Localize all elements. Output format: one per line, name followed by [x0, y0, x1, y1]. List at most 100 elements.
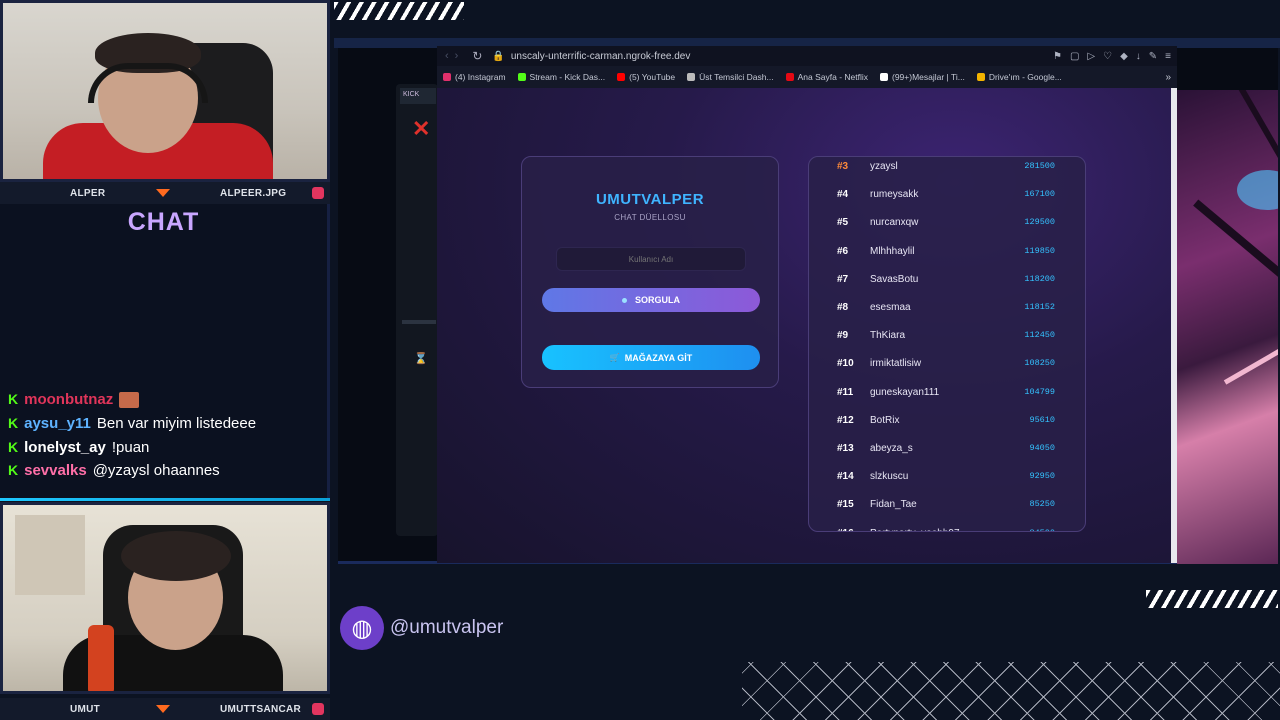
leaderboard-row: #4 rumeysakk 167100: [809, 181, 1085, 209]
cam-bottom-namebar: UMUT UMUTTSANCAR: [0, 698, 330, 720]
chat-panel: CHAT Kmoonbutnaz Kaysu_y11 Ben var miyim …: [0, 204, 330, 500]
username: BotRix: [870, 414, 900, 426]
shelf-decor: [15, 515, 85, 595]
kick-logo-icon: ✕: [412, 116, 431, 141]
rank: #12: [837, 414, 854, 426]
download-icon[interactable]: ↓: [1136, 51, 1141, 62]
rank: #8: [837, 302, 849, 313]
store-button[interactable]: 🛒 MAĞAZAYA GİT: [542, 345, 760, 370]
duel-card: UMUTVALPER CHAT DÜELLOSU SORGULA 🛒 MAĞAZ…: [521, 156, 779, 388]
leaderboard-row: #7 SavasBotu 118200: [809, 266, 1085, 294]
rank: #15: [837, 499, 854, 511]
rank: #10: [837, 358, 854, 370]
menu-icon[interactable]: ≡: [1165, 51, 1171, 62]
username: guneskayan111: [870, 386, 940, 398]
bookmark-label: Stream - Kick Das...: [529, 72, 606, 82]
username: yzaysl: [870, 161, 898, 172]
chat-username[interactable]: sevvalks: [24, 462, 87, 479]
cart-icon: 🛒: [609, 353, 620, 362]
leaderboard-card[interactable]: #3 yzaysl 281500 #4 rumeysakk 167100 #5 nurcanx…: [808, 156, 1086, 532]
brand-subtitle: CHAT DÜELLOSU: [614, 213, 686, 222]
kick-icon: [517, 73, 526, 81]
bookmark-netflix[interactable]: Ana Sayfa - Netflix: [785, 72, 868, 82]
chat-message: Kmoonbutnaz: [8, 391, 140, 409]
cam-bottom-name-left: UMUT: [70, 703, 101, 715]
url-text[interactable]: unscaly-unterrific-carman.ngrok-free.dev: [511, 51, 691, 62]
emote-icon: [119, 392, 140, 409]
handle-text: @umutvalper: [390, 617, 504, 638]
chat-message: Ksevvalks @yzaysl ohaannes: [8, 462, 220, 479]
stripe-decor: [1146, 590, 1278, 608]
rank: #7: [837, 273, 849, 285]
extension-icon[interactable]: ◆: [1120, 51, 1128, 62]
bookmark-youtube[interactable]: (5) YouTube: [617, 72, 675, 82]
instagram-icon: [312, 703, 324, 715]
username-input[interactable]: [556, 247, 746, 271]
bookmark-label: (99+)Mesajlar | Ti...: [892, 72, 965, 82]
kick-icon: K: [8, 462, 19, 478]
cam-bottom-name-right: UMUTTSANCAR: [220, 703, 302, 715]
bookmark-kick[interactable]: Stream - Kick Das...: [517, 72, 606, 82]
chat-title: CHAT: [127, 208, 200, 236]
bookmark-dashboard[interactable]: Üst Temsilci Dash...: [687, 72, 774, 82]
reload-icon[interactable]: ↻: [472, 49, 482, 63]
instagram-icon: [312, 187, 324, 199]
more-bookmarks-icon[interactable]: »: [1165, 72, 1171, 83]
ai-icon[interactable]: ✎: [1149, 51, 1157, 62]
back-forward-icon[interactable]: ‹›: [445, 50, 464, 62]
browser-window: ‹› ↻ 🔒 unscaly-unterrific-carman.ngrok-f…: [437, 46, 1177, 563]
score: 118152: [1024, 302, 1055, 312]
cam-top-name-left: ALPER: [70, 187, 106, 199]
chat-message: Kaysu_y11 Ben var miyim listedeee: [8, 415, 256, 432]
netflix-icon: [785, 73, 794, 81]
bookmark-label: Üst Temsilci Dash...: [699, 72, 774, 82]
lock-icon[interactable]: 🔒: [492, 51, 504, 62]
chat-username[interactable]: lonelyst_ay: [24, 439, 106, 456]
kick-icon: K: [8, 391, 19, 407]
stripe-decor: [334, 2, 464, 20]
username: Partyparty_yeabh97: [870, 528, 960, 531]
heart-icon[interactable]: ♡: [1103, 51, 1112, 62]
leaderboard-row: #10 irmiktatlisiw 108250: [809, 350, 1085, 378]
background-app-window[interactable]: KICK ✕ ⌛: [396, 84, 438, 536]
kick-icon: K: [8, 439, 19, 455]
score: 281500: [1024, 161, 1055, 171]
query-button[interactable]: SORGULA: [542, 288, 760, 312]
username: abeyza_s: [870, 443, 913, 454]
bookmark-icon[interactable]: ⚑: [1053, 51, 1062, 62]
leaderboard-row: #16 Partyparty_yeabh97 84500: [809, 520, 1085, 531]
rank: #3: [837, 161, 849, 172]
leaderboard-row: #6 Mlhhhaylil 119850: [809, 238, 1085, 266]
rank: #14: [837, 471, 854, 483]
bookmark-drive[interactable]: Drive'ım - Google...: [976, 72, 1062, 82]
chat-username[interactable]: moonbutnaz: [24, 391, 113, 408]
bookmark-label: Ana Sayfa - Netflix: [797, 72, 868, 82]
rank: #5: [837, 217, 849, 229]
screenshot-icon[interactable]: ▢: [1070, 51, 1079, 62]
bg-tab[interactable]: KICK: [400, 88, 436, 104]
score: 85250: [1029, 499, 1055, 510]
bg-bar: [402, 320, 436, 324]
username: ThKiara: [870, 330, 906, 342]
microphone-icon: [88, 625, 114, 691]
rank: #13: [837, 443, 854, 454]
username: rumeysakk: [870, 189, 919, 201]
arrow-down-icon: [156, 189, 170, 197]
bookmark-instagram[interactable]: (4) Instagram: [443, 72, 506, 82]
score: 167100: [1024, 189, 1055, 200]
chat-username[interactable]: aysu_y11: [24, 415, 91, 432]
play-icon[interactable]: ▷: [1087, 51, 1095, 62]
tiktok-icon: [880, 73, 888, 81]
username: nurcanxqw: [870, 217, 919, 229]
instagram-icon: [443, 73, 451, 81]
leaderboard-row: #14 slzkuscu 92950: [809, 463, 1085, 491]
score: 84500: [1029, 528, 1055, 531]
chat-text: !puan: [111, 439, 150, 456]
leaderboard-row: #13 abeyza_s 94050: [809, 435, 1085, 463]
rank: #11: [837, 386, 854, 398]
score: 108250: [1024, 358, 1055, 369]
bookmark-tiktok[interactable]: (99+)Mesajlar | Ti...: [880, 72, 965, 82]
social-handle: ◍ @umutvalper: [340, 606, 503, 650]
divider: [0, 498, 330, 501]
store-button-label: MAĞAZAYA GİT: [624, 352, 693, 363]
